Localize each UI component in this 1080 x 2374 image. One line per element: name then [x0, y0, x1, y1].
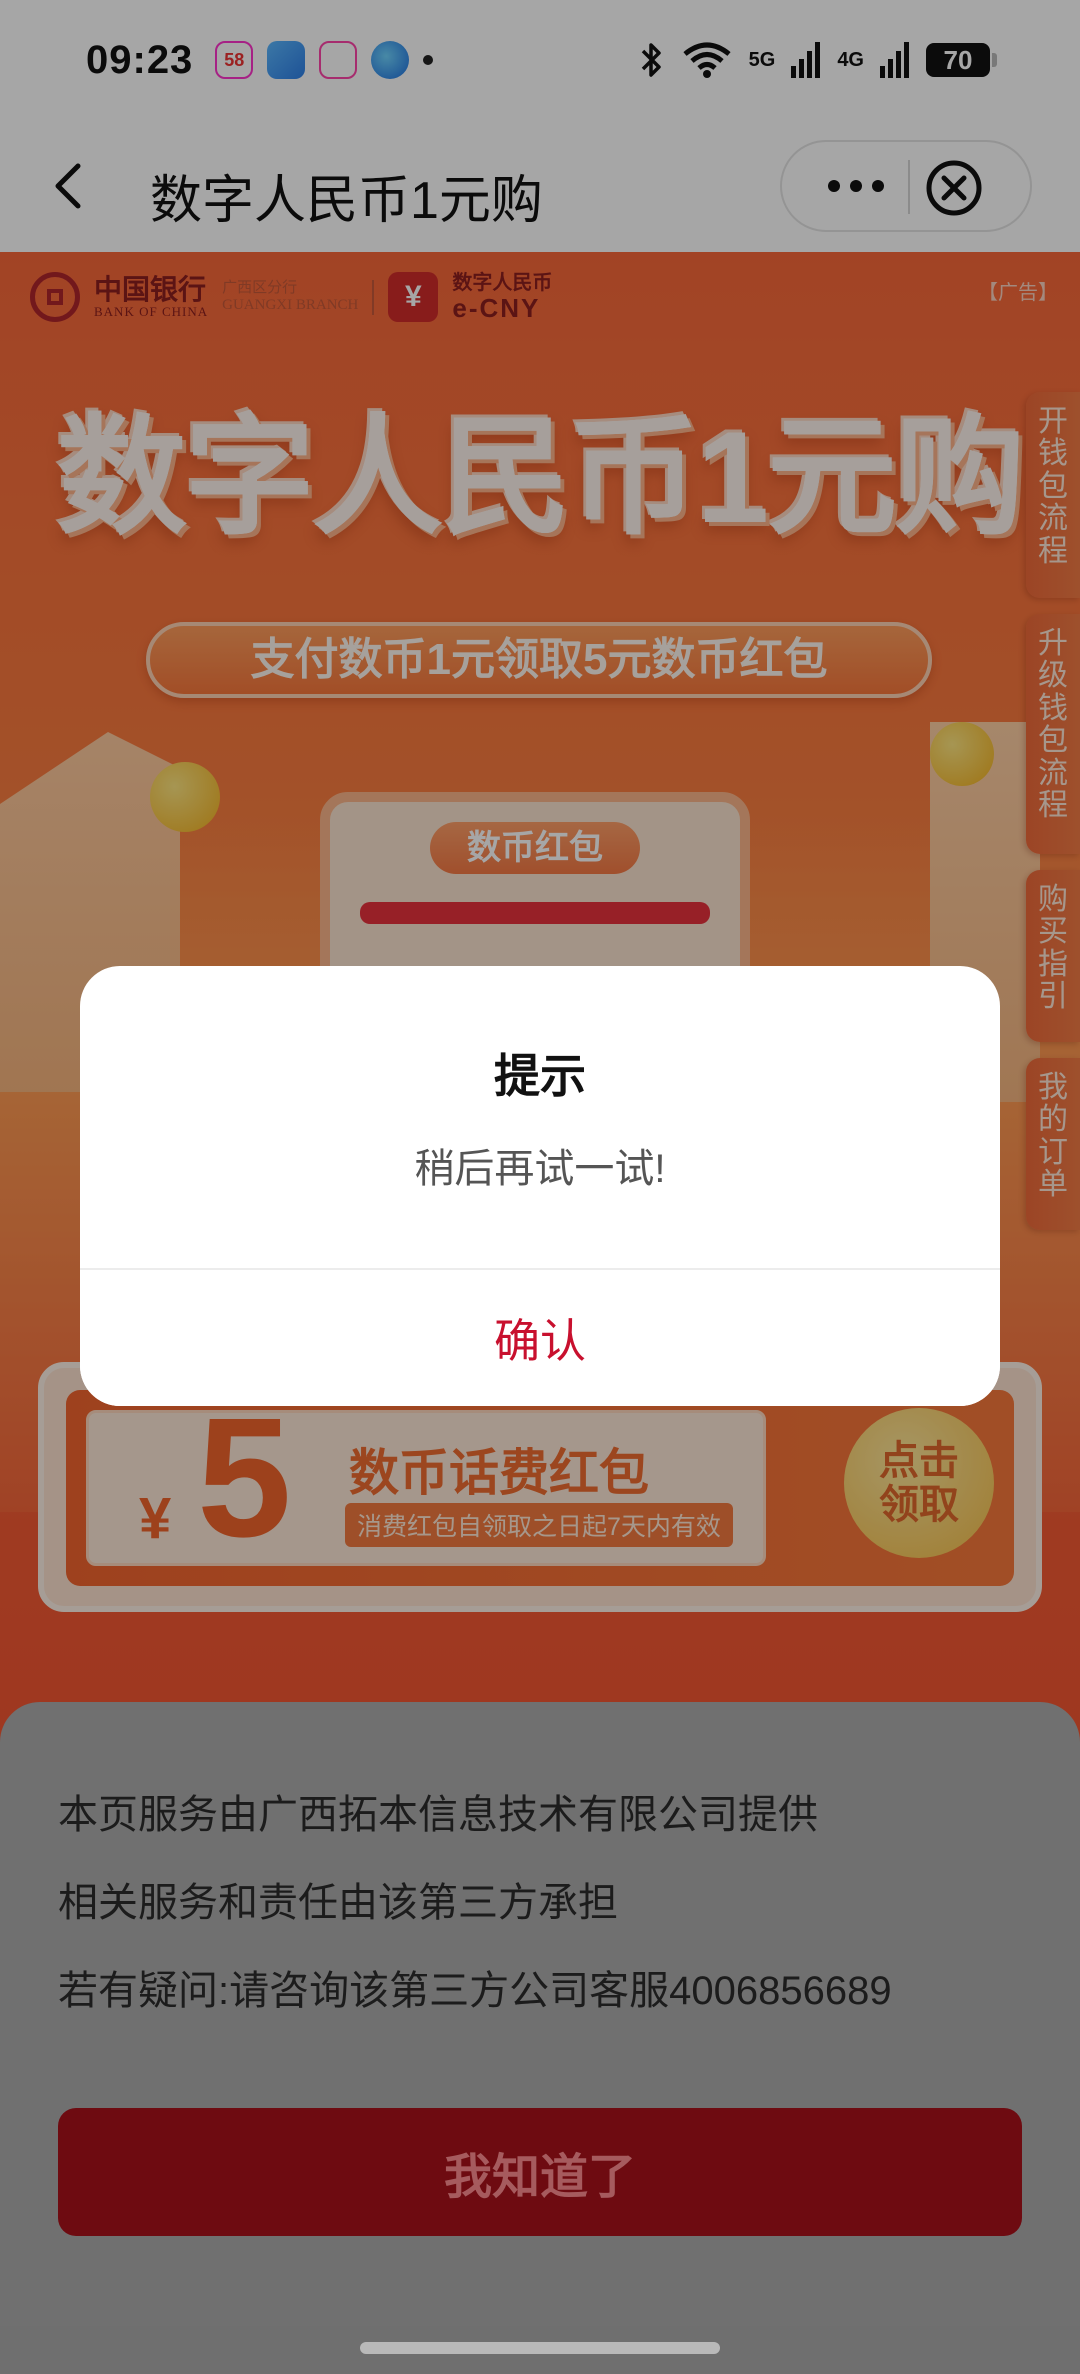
- dialog-title: 提示: [494, 1050, 586, 1102]
- third-party-notice-sheet: 本页服务由广西拓本信息技术有限公司提供 相关服务和责任由该第三方承担 若有疑问:…: [0, 1702, 1080, 2326]
- notice-line-1: 本页服务由广西拓本信息技术有限公司提供: [58, 1793, 818, 1837]
- notice-line-2: 相关服务和责任由该第三方承担: [58, 1881, 618, 1925]
- home-indicator[interactable]: [360, 2342, 720, 2354]
- alert-dialog: 提示 稍后再试一试! 确认: [80, 966, 1000, 1406]
- notice-line-3: 若有疑问:请咨询该第三方公司客服4006856689: [58, 1969, 892, 2013]
- acknowledge-button[interactable]: 我知道了: [58, 2108, 1022, 2236]
- dialog-message: 稍后再试一试!: [414, 1147, 666, 1191]
- confirm-button[interactable]: 确认: [80, 1270, 1000, 1406]
